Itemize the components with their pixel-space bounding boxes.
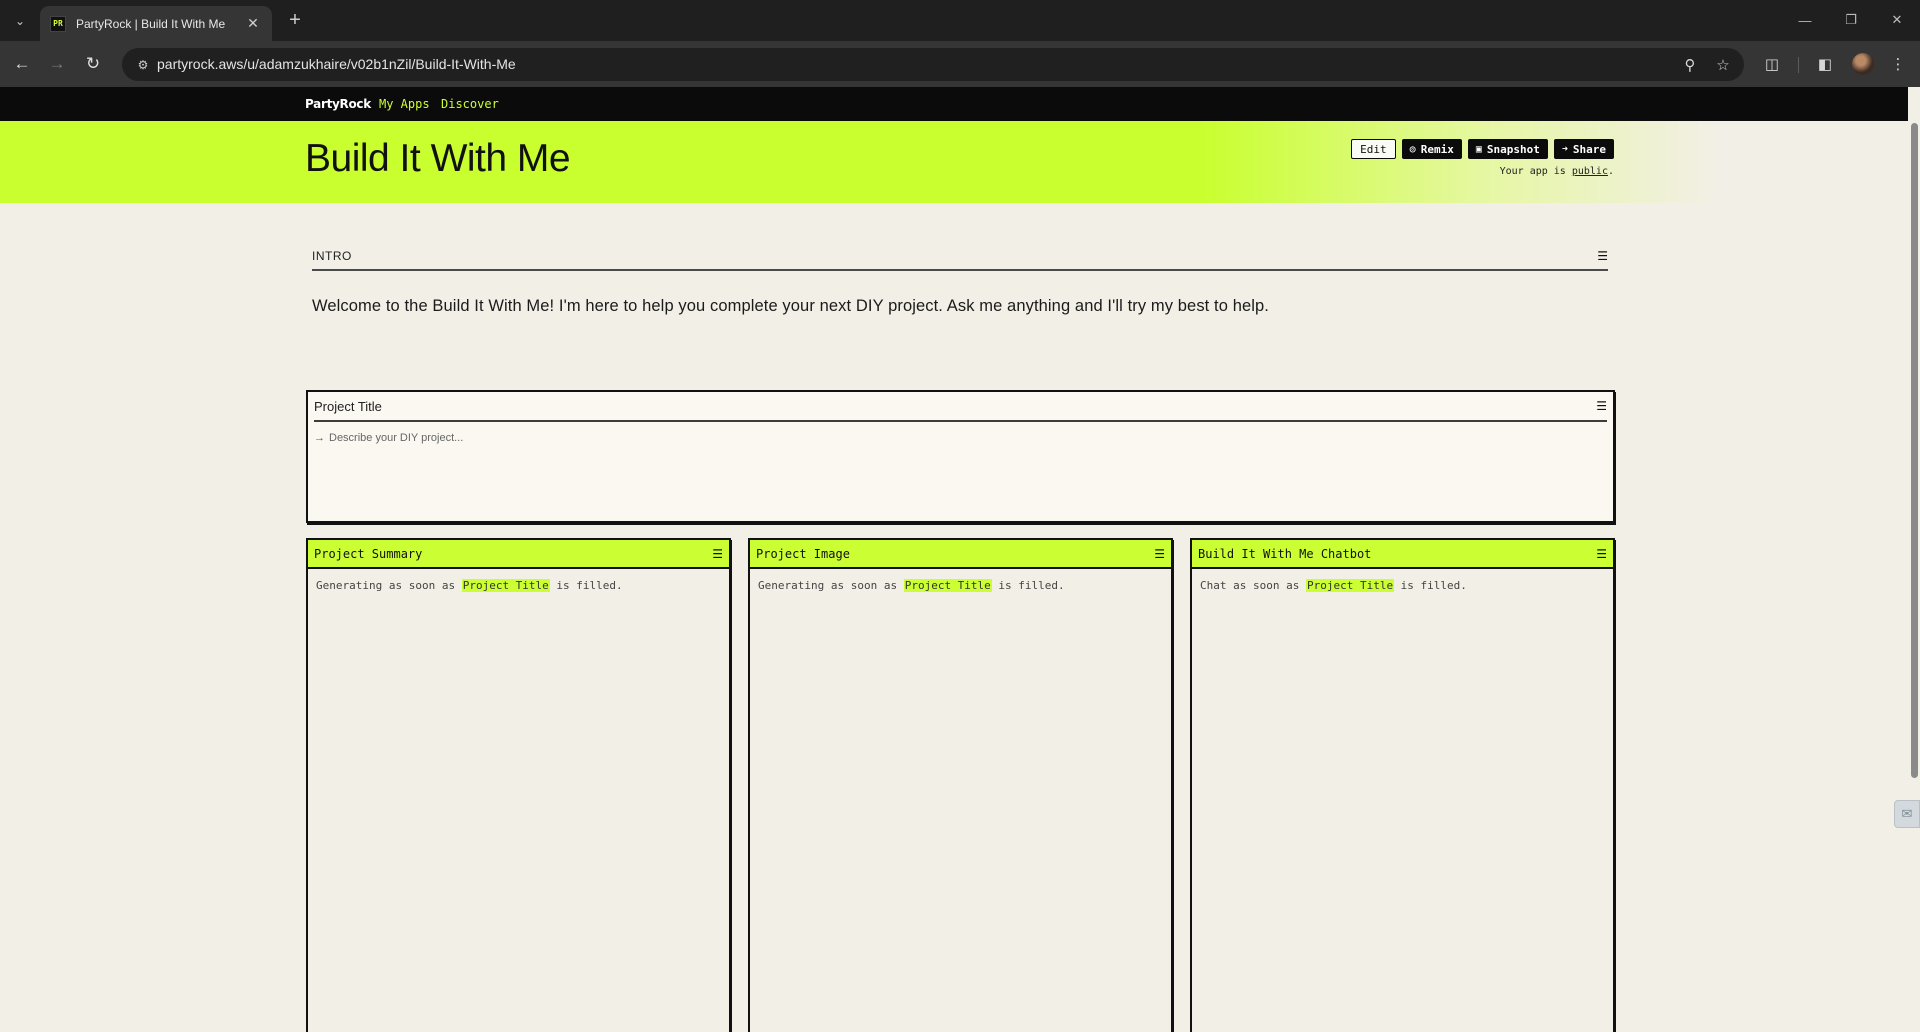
status-text: Generating as soon as <box>758 579 904 592</box>
input-reference: Project Title <box>461 579 550 592</box>
visibility-suffix: . <box>1607 166 1614 177</box>
scroll-thumb[interactable] <box>1911 123 1918 778</box>
menu-icon[interactable]: ⋮ <box>1886 52 1910 76</box>
zoom-icon[interactable]: ⚲ <box>1680 55 1700 75</box>
remix-label: Remix <box>1420 142 1454 156</box>
widget-status: Chat as soon as Project Title is filled. <box>1192 569 1613 602</box>
status-text: is filled. <box>991 579 1065 592</box>
feedback-tab-icon[interactable]: ✉ <box>1894 800 1920 828</box>
top-nav: PartyRock My Apps Discover <box>0 87 1908 121</box>
address-bar[interactable]: ⚙ partyrock.aws/u/adamzukhaire/v02b1nZil… <box>122 48 1744 81</box>
app-actions: Edit ◎ Remix ▣ Snapshot ➜ Share <box>1351 139 1614 159</box>
widget-header: Project Summary ☰ <box>308 540 729 569</box>
restore-icon[interactable]: ❐ <box>1828 0 1874 40</box>
input-reference: Project Title <box>1305 579 1395 592</box>
camera-icon: ▣ <box>1475 143 1482 155</box>
intro-section: INTRO ☰ Welcome to the Build It With Me!… <box>312 247 1608 316</box>
favicon: PR <box>50 15 66 32</box>
window-controls: — ❐ ✕ <box>1782 0 1920 40</box>
project-title-input[interactable] <box>329 432 929 444</box>
widget-title: Project Summary <box>314 546 423 561</box>
plus-icon[interactable]: + <box>282 9 308 33</box>
page-title: Build It With Me <box>305 137 571 180</box>
visibility-prefix: Your app is <box>1499 166 1572 177</box>
nav-link-discover[interactable]: Discover <box>441 97 499 111</box>
visibility-link[interactable]: public <box>1572 166 1608 177</box>
extensions-icon[interactable]: ◫ <box>1760 52 1784 76</box>
intro-text: Welcome to the Build It With Me! I'm her… <box>312 297 1269 315</box>
widget-title: Project Image <box>756 546 850 561</box>
project-title-field: → <box>314 432 1607 444</box>
settings-sliders-icon[interactable]: ☰ <box>1596 548 1607 560</box>
window-close-icon[interactable]: ✕ <box>1874 0 1920 40</box>
tab-list-icon[interactable]: ⌄ <box>8 10 32 32</box>
bookmark-star-icon[interactable]: ☆ <box>1713 55 1733 75</box>
project-image-widget: Project Image ☰ Generating as soon as Pr… <box>748 538 1173 1032</box>
forward-icon[interactable]: → <box>44 51 70 77</box>
brand-logo[interactable]: PartyRock <box>305 97 371 111</box>
status-text: Chat as soon as <box>1200 579 1306 592</box>
page-viewport: PartyRock My Apps Discover Build It With… <box>0 87 1920 1032</box>
profile-avatar[interactable] <box>1852 53 1874 75</box>
project-title-widget: Project Title ☰ → <box>306 390 1615 523</box>
intro-label: INTRO <box>312 249 352 263</box>
browser-tab[interactable]: PR PartyRock | Build It With Me ✕ <box>40 6 272 41</box>
reload-icon[interactable]: ↻ <box>80 51 106 77</box>
tab-title: PartyRock | Build It With Me <box>76 16 226 31</box>
url-text[interactable]: partyrock.aws/u/adamzukhaire/v02b1nZil/B… <box>157 56 516 72</box>
app-header: Build It With Me Edit ◎ Remix ▣ Snapshot… <box>0 121 1908 203</box>
settings-sliders-icon[interactable]: ☰ <box>1154 548 1165 560</box>
edit-label: Edit <box>1360 142 1387 156</box>
minimize-icon[interactable]: — <box>1782 0 1828 40</box>
widget-status: Generating as soon as Project Title is f… <box>308 569 729 602</box>
visibility-note: Your app is public. <box>1500 166 1614 177</box>
remix-button[interactable]: ◎ Remix <box>1401 139 1462 159</box>
status-text: is filled. <box>549 579 623 592</box>
arrow-right-icon: → <box>314 432 325 444</box>
arrow-right-icon: ➜ <box>1561 143 1568 155</box>
scrollbar[interactable] <box>1908 87 1920 1032</box>
side-panel-icon[interactable]: ◧ <box>1813 52 1837 76</box>
settings-sliders-icon[interactable]: ☰ <box>1597 250 1608 262</box>
project-summary-widget: Project Summary ☰ Generating as soon as … <box>306 538 731 1032</box>
share-label: Share <box>1572 142 1606 156</box>
snapshot-button[interactable]: ▣ Snapshot <box>1467 139 1548 159</box>
settings-sliders-icon[interactable]: ☰ <box>712 548 723 560</box>
eye-icon: ◎ <box>1409 143 1416 155</box>
status-text: Generating as soon as <box>316 579 462 592</box>
snapshot-label: Snapshot <box>1486 142 1540 156</box>
edit-button[interactable]: Edit <box>1351 139 1396 159</box>
settings-sliders-icon[interactable]: ☰ <box>1596 400 1607 412</box>
browser-tabstrip: ⌄ PR PartyRock | Build It With Me ✕ + — … <box>0 0 1920 41</box>
site-info-icon[interactable]: ⚙ <box>134 56 152 74</box>
share-button[interactable]: ➜ Share <box>1553 139 1614 159</box>
toolbar-divider <box>1798 57 1799 73</box>
widget-header: Project Image ☰ <box>750 540 1171 569</box>
chatbot-widget: Build It With Me Chatbot ☰ Chat as soon … <box>1190 538 1615 1032</box>
project-title-header: Project Title ☰ <box>314 392 1607 422</box>
close-icon[interactable]: ✕ <box>244 15 262 32</box>
widget-header: Build It With Me Chatbot ☰ <box>1192 540 1613 569</box>
intro-header: INTRO ☰ <box>312 247 1608 271</box>
back-icon[interactable]: ← <box>9 51 35 77</box>
nav-link-my-apps[interactable]: My Apps <box>379 97 430 111</box>
project-title-label: Project Title <box>314 398 382 414</box>
widget-status: Generating as soon as Project Title is f… <box>750 569 1171 602</box>
widget-title: Build It With Me Chatbot <box>1198 546 1372 561</box>
input-reference: Project Title <box>903 579 992 592</box>
status-text: is filled. <box>1394 579 1467 592</box>
browser-toolbar: ← → ↻ ⚙ partyrock.aws/u/adamzukhaire/v02… <box>0 41 1920 87</box>
